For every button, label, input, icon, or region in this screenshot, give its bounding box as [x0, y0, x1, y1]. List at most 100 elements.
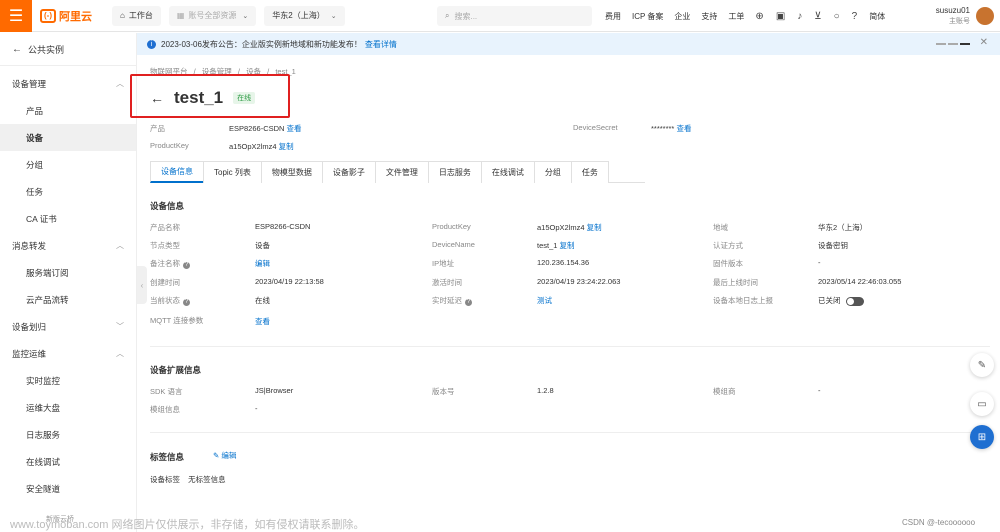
info-mqtt-label: MQTT 连接参数 [150, 316, 204, 325]
help-icon: ? [183, 299, 190, 306]
tab-device-shadow[interactable]: 设备影子 [321, 161, 376, 183]
apps-button[interactable]: ⊞ [970, 425, 994, 449]
menu-icon[interactable]: ☰ [0, 0, 32, 32]
tab-task[interactable]: 任务 [570, 161, 609, 183]
region-select[interactable]: 华东2（上海） ⌄ [264, 5, 345, 26]
sidebar-group-message[interactable]: 消息转发 ︿ [0, 232, 136, 259]
info-latency-label: 实时延迟? [432, 296, 472, 306]
copy-link[interactable]: 复制 [587, 223, 602, 232]
back-arrow-icon[interactable]: ← [150, 90, 164, 106]
top-link-support[interactable]: 支持 [701, 11, 717, 22]
top-links: 费用 ICP 备案 企业 支持 工单 ⊕ ▣ ♪ ⊻ ○ ? 简体 [605, 0, 896, 32]
chevron-up-icon: ︿ [116, 241, 124, 250]
view-product-link[interactable]: 查看 [287, 124, 302, 133]
cart-icon[interactable]: ⊻ [814, 11, 821, 22]
terminal-icon[interactable]: ▣ [776, 11, 785, 22]
help-icon[interactable]: ? [852, 11, 858, 22]
sidebar-item-secure-tunnel[interactable]: 安全隧道 [0, 475, 136, 502]
test-latency-link[interactable]: 测试 [537, 296, 552, 305]
copy-link[interactable]: 复制 [560, 241, 575, 250]
carousel-indicator[interactable] [934, 43, 970, 45]
lightbulb-icon[interactable]: ○ [834, 11, 840, 22]
tab-log-service[interactable]: 日志服务 [427, 161, 482, 183]
account-resources-select[interactable]: ▦ 账号全部资源 ⌄ [168, 5, 257, 26]
sidebar-item-device[interactable]: 设备 [0, 124, 136, 151]
grid-icon: ▦ [176, 11, 185, 20]
apps-grid-icon: ⊞ [977, 431, 987, 443]
devicesecret-row: DeviceSecret [573, 123, 618, 132]
top-link-icp[interactable]: ICP 备案 [632, 11, 663, 22]
search-input[interactable]: ⌕ 搜索... [437, 6, 592, 26]
info-firmware-label: 固件版本 [713, 259, 743, 268]
info-latency-value: 测试 [537, 295, 552, 306]
sidebar-item-log-service[interactable]: 日志服务 [0, 421, 136, 448]
close-icon[interactable]: ✕ [980, 37, 988, 48]
bell-icon[interactable]: ♪ [797, 11, 802, 22]
sidebar-collapse-handle[interactable]: ‹ [137, 266, 147, 304]
language-switch[interactable]: 简体 [869, 11, 885, 22]
home-icon: ⌂ [120, 11, 125, 20]
ext-module-vendor-value: - [818, 386, 821, 395]
help-icon: ? [183, 262, 190, 269]
workbench-button[interactable]: ⌂ 工作台 [112, 5, 161, 26]
tab-device-info[interactable]: 设备信息 [150, 161, 204, 183]
product-value-row: ESP8266-CSDN 查看 [229, 124, 302, 133]
sidebar-item-product[interactable]: 产品 [0, 97, 136, 124]
announcement-bar: i 2023-03-06发布公告：企业版实例新地域和新功能发布！ 查看详情 ✕ [137, 33, 1000, 55]
top-link-fees[interactable]: 费用 [605, 11, 621, 22]
announcement-link[interactable]: 查看详情 [365, 39, 397, 50]
sidebar-item-realtime-monitor[interactable]: 实时监控 [0, 367, 136, 394]
user-info[interactable]: susuzu01 主账号 [934, 5, 970, 27]
sidebar-item-task[interactable]: 任务 [0, 178, 136, 205]
info-auth-label: 认证方式 [713, 241, 743, 250]
feedback-edit-button[interactable]: ✎ [970, 353, 994, 377]
info-node-type-value: 设备 [255, 241, 270, 250]
chevron-up-icon: ︿ [116, 349, 124, 358]
ext-version-value: 1.2.8 [537, 386, 554, 395]
sidebar-item-group[interactable]: 分组 [0, 151, 136, 178]
sidebar-group-device-management[interactable]: 设备管理 ︿ [0, 70, 136, 97]
info-productkey-value: a15OpX2lmz4 复制 [537, 223, 602, 232]
sidebar-item-online-debug[interactable]: 在线调试 [0, 448, 136, 475]
edit-icon: ✎ [213, 451, 220, 460]
copy-productkey-link[interactable]: 复制 [279, 142, 294, 151]
info-local-log-value: 已关闭 [818, 295, 864, 306]
chat-button[interactable]: ▭ [970, 392, 994, 416]
info-status-label: 当前状态? [150, 296, 190, 306]
code-icon[interactable]: ⊕ [755, 11, 763, 22]
sidebar-item-ops-dashboard[interactable]: 运维大盘 [0, 394, 136, 421]
tab-online-debug[interactable]: 在线调试 [480, 161, 535, 183]
info-status-value: 在线 [255, 296, 270, 305]
username: susuzu01 [935, 6, 970, 15]
top-link-ticket[interactable]: 工单 [728, 11, 744, 22]
device-info-title: 设备信息 [150, 201, 185, 211]
tab-file-management[interactable]: 文件管理 [374, 161, 429, 183]
sidebar-group-device-assign[interactable]: 设备划归 ﹀ [0, 313, 136, 340]
tab-group[interactable]: 分组 [533, 161, 572, 183]
info-local-log-label: 设备本地日志上报 [713, 296, 773, 305]
info-auth-value: 设备密钥 [818, 241, 848, 250]
ext-module-vendor-label: 模组商 [713, 387, 736, 396]
info-firmware-value: - [818, 258, 821, 267]
productkey-value-row: a15OpX2lmz4 复制 [229, 142, 294, 151]
chat-icon: ▭ [977, 398, 987, 410]
sidebar-item-cloud-flow[interactable]: 云产品流转 [0, 286, 136, 313]
sidebar-item-server-subscription[interactable]: 服务端订阅 [0, 259, 136, 286]
top-link-enterprise[interactable]: 企业 [674, 11, 690, 22]
edit-remark-link[interactable]: 编辑 [255, 259, 270, 268]
view-secret-link[interactable]: 查看 [676, 124, 691, 133]
page-title: test_1 [174, 88, 224, 107]
tab-thing-model-data[interactable]: 物模型数据 [260, 161, 323, 183]
sidebar-item-ca-cert[interactable]: CA 证书 [0, 205, 136, 232]
aliyun-logo[interactable]: (-) 阿里云 [40, 8, 104, 24]
avatar[interactable] [976, 7, 994, 25]
info-remark-value: 编辑 [255, 258, 270, 269]
local-log-toggle[interactable] [845, 296, 864, 306]
sidebar-back-button[interactable]: ← 公共实例 [0, 33, 136, 66]
tab-topic-list[interactable]: Topic 列表 [203, 161, 262, 183]
tags-edit-button[interactable]: ✎ 编辑 [213, 450, 236, 461]
tags-row: 设备标签 无标签信息 [150, 475, 226, 484]
tags-title: 标签信息 [150, 452, 185, 462]
sidebar-group-monitoring[interactable]: 监控运维 ︿ [0, 340, 136, 367]
view-mqtt-link[interactable]: 查看 [255, 317, 270, 326]
